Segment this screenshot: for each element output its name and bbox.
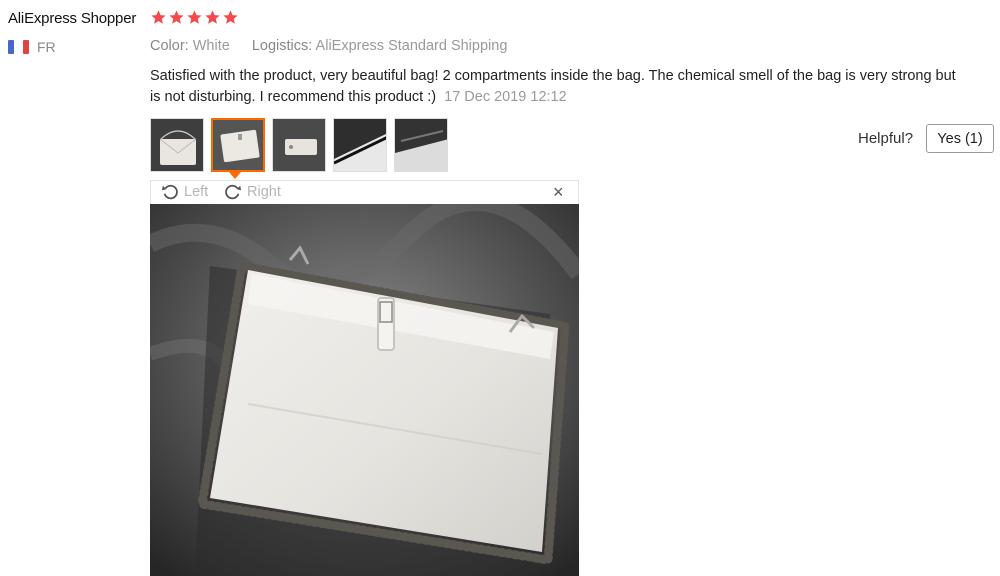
photo-thumbnail[interactable] bbox=[333, 118, 387, 172]
star-icon bbox=[222, 9, 239, 26]
enlarged-review-photo bbox=[150, 204, 579, 576]
logistics-label: Logistics: bbox=[251, 38, 313, 54]
photo-viewer-toolbar: Left Right × bbox=[150, 180, 579, 204]
review-date: 17 Dec 2019 12:12 bbox=[444, 89, 567, 105]
rotate-right-icon bbox=[225, 184, 242, 200]
order-properties: Color: White Logistics: AliExpress Stand… bbox=[150, 38, 507, 54]
star-icon bbox=[150, 9, 167, 26]
color-value: White bbox=[192, 38, 230, 54]
photo-thumbnail[interactable] bbox=[394, 118, 448, 172]
star-icon bbox=[204, 9, 221, 26]
helpful-yes-button[interactable]: Yes (1) bbox=[926, 124, 994, 153]
helpful-label: Helpful? bbox=[858, 130, 914, 147]
photo-thumbnail-active[interactable] bbox=[211, 118, 265, 172]
review-item: AliExpress Shopper FR Color: White Logis… bbox=[0, 0, 1000, 576]
active-thumbnail-pointer bbox=[229, 172, 241, 179]
rotate-left-icon bbox=[161, 184, 178, 200]
review-text-block: Satisfied with the product, very beautif… bbox=[150, 66, 960, 108]
star-icon bbox=[186, 9, 203, 26]
country-code: FR bbox=[37, 39, 56, 55]
rotate-right-button[interactable]: Right bbox=[224, 183, 281, 201]
star-rating bbox=[150, 9, 239, 26]
logistics-value: AliExpress Standard Shipping bbox=[315, 38, 508, 54]
rotate-left-label: Left bbox=[184, 184, 209, 200]
france-flag-icon bbox=[8, 40, 30, 54]
photo-thumbnail[interactable] bbox=[150, 118, 204, 172]
rotate-right-label: Right bbox=[247, 184, 281, 200]
photo-thumbnail[interactable] bbox=[272, 118, 326, 172]
rotate-left-button[interactable]: Left bbox=[161, 183, 208, 201]
photo-thumbnails bbox=[150, 118, 448, 172]
close-viewer-icon[interactable]: × bbox=[553, 182, 564, 203]
reviewer-country: FR bbox=[8, 39, 56, 55]
reviewer-name: AliExpress Shopper bbox=[8, 10, 137, 27]
color-label: Color: bbox=[150, 38, 189, 54]
star-icon bbox=[168, 9, 185, 26]
